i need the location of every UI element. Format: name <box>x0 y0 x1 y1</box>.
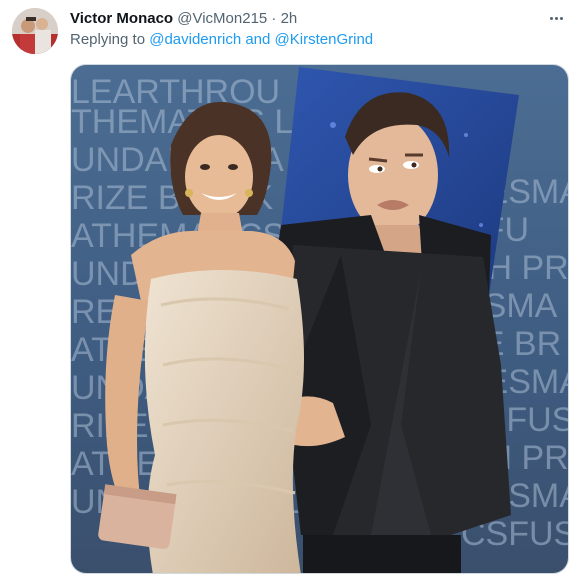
tweet-media-photo[interactable]: LEARTHROUTHEMATICS LIFUNDAMENTARIZE BREA… <box>70 64 569 574</box>
photo-illustration: LEARTHROUTHEMATICS LIFUNDAMENTARIZE BREA… <box>71 65 568 573</box>
avatar[interactable] <box>12 8 58 54</box>
mention-joiner: and <box>245 31 271 48</box>
tweet: Victor Monaco @VicMon215 · 2h Replying t… <box>0 0 582 583</box>
separator: · <box>271 10 277 27</box>
handle[interactable]: @VicMon215 <box>177 10 267 27</box>
replying-prefix: Replying to <box>70 31 146 48</box>
more-horizontal-icon[interactable] <box>544 8 568 28</box>
man-jacket <box>267 245 511 573</box>
replying-to: Replying to @davidenrich and @KirstenGri… <box>70 30 373 50</box>
timestamp[interactable]: 2h <box>281 10 298 27</box>
avatar-image <box>12 8 58 54</box>
mention-kirstengrind[interactable]: @KirstenGrind <box>275 31 374 48</box>
display-name[interactable]: Victor Monaco <box>70 10 173 27</box>
mention-davidenrich[interactable]: @davidenrich <box>149 31 241 48</box>
tweet-header: Victor Monaco @VicMon215 · 2h <box>70 9 542 29</box>
